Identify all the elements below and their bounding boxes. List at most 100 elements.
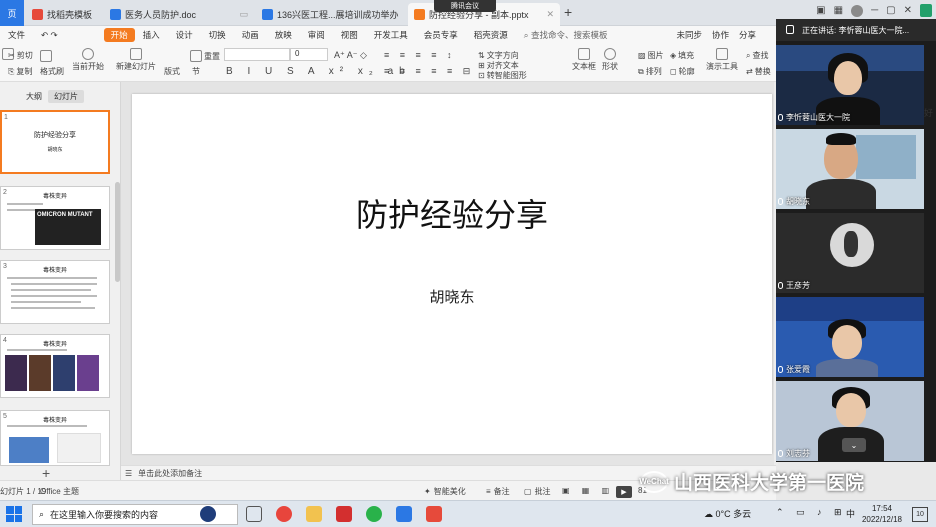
participant-name: 李忻蓉山医大一院 (778, 112, 850, 123)
tab-home[interactable]: 页 (0, 0, 24, 26)
taskbar-clock[interactable]: 17:54 2022/12/18 (862, 503, 902, 525)
tab-docer-templates[interactable]: 找稻壳模板 (26, 3, 102, 26)
paragraph-buttons[interactable]: ≡ ≡ ≡ ≡ ↕ (384, 50, 456, 60)
grid-icon[interactable]: ▦ (834, 5, 843, 16)
slide-canvas[interactable]: 防护经验分享 胡晓东 (132, 94, 772, 454)
textbox-button[interactable]: 文本框 (572, 48, 596, 72)
file-explorer-icon[interactable] (306, 506, 322, 522)
collab-button[interactable]: 协作 (712, 29, 729, 41)
font-style-buttons[interactable]: B I U S A x² x₂ ab (226, 66, 411, 77)
tab-doc-protection[interactable]: 医务人员防护.doc ▭ (104, 3, 254, 26)
notification-center-button[interactable]: 10 (912, 507, 928, 522)
background-window (856, 135, 916, 179)
menu-file[interactable]: 文件 (0, 29, 33, 41)
view-mode-buttons[interactable]: ▣ ▦ ▥ (562, 486, 614, 495)
font-grow-icon[interactable]: A⁺ A⁻ ◇ (334, 50, 367, 61)
participant-tile-4[interactable]: 张爱霞 (776, 297, 924, 377)
format-painter-icon[interactable] (40, 50, 52, 62)
slide-thumbnail-3[interactable]: 3 毒株变异 (0, 260, 110, 324)
menu-member[interactable]: 会员专享 (416, 29, 466, 41)
weather-widget[interactable]: ☁ 0°C 多云 (704, 507, 751, 520)
menu-review[interactable]: 审阅 (300, 29, 333, 41)
tencent-meeting-icon[interactable] (396, 506, 412, 522)
avatar[interactable] (851, 4, 864, 17)
smart-beautify-button[interactable]: ✦ 智能美化 (424, 486, 466, 497)
menu-design[interactable]: 设计 (168, 29, 201, 41)
find-button[interactable]: ⌕ 查找 (746, 50, 768, 61)
menu-transition[interactable]: 切换 (201, 29, 234, 41)
layout-icon[interactable]: ▣ (816, 5, 825, 16)
cut-button[interactable]: ✂ 剪切 (8, 50, 33, 61)
thumb-chart (9, 437, 49, 463)
windows-start-icon[interactable] (6, 506, 22, 522)
close-window-icon[interactable]: ✕ (904, 5, 912, 16)
notes-icon: ≡ (486, 487, 491, 496)
meeting-badge[interactable]: 腾讯会议 (434, 0, 496, 12)
reset-button[interactable]: 重置 (190, 50, 220, 62)
chrome-icon[interactable] (276, 506, 292, 522)
layout-button[interactable]: 版式 (164, 66, 180, 77)
sync-button[interactable]: 未同步 (676, 29, 702, 41)
tab-doc-training[interactable]: 136兴医工程...展培训成功举办 (256, 3, 406, 26)
tab-slides[interactable]: 幻灯片 (48, 90, 84, 103)
panel-scrollbar[interactable] (115, 182, 120, 282)
menu-insert[interactable]: 插入 (135, 29, 168, 41)
format-painter-button[interactable]: 格式刷 (40, 66, 64, 77)
section-button[interactable]: 节 (192, 66, 200, 77)
menu-developer[interactable]: 开发工具 (366, 29, 416, 41)
participant-tile-2[interactable]: 胡晓东 (776, 129, 924, 209)
menu-home[interactable]: 开始 (103, 28, 135, 42)
presentation-tool-button[interactable]: 演示工具 (706, 48, 738, 72)
shape-button[interactable]: 形状 (602, 48, 618, 72)
command-search[interactable]: ⌕ 查找命令、搜索模板 (524, 29, 608, 41)
wechat-icon[interactable] (366, 506, 382, 522)
copy-button[interactable]: ⎘ 复制 (8, 66, 32, 77)
system-tray-icons[interactable]: ⌃ ▭ ♪ ⊞ (776, 507, 847, 518)
slide-title[interactable]: 防护经验分享 (132, 190, 772, 236)
align-buttons[interactable]: ≡ ≡ ≡ ≡ ≡ ⊟ (384, 66, 474, 77)
close-icon[interactable]: ✕ (546, 9, 554, 20)
picture-button[interactable]: ▨ 图片 (638, 50, 664, 61)
participant-tile-1[interactable]: 李忻蓉山医大一院 (776, 45, 924, 125)
menu-docer[interactable]: 稻壳资源 (466, 29, 516, 41)
notes-toggle-button[interactable]: ≡ 备注 (486, 486, 510, 497)
outline-button[interactable]: ◻ 轮廓 (670, 66, 695, 77)
menu-slideshow[interactable]: 放映 (267, 29, 300, 41)
comments-button[interactable]: ▢ 批注 (524, 486, 551, 497)
slide-thumbnail-4[interactable]: 4 毒株变异 (0, 334, 110, 398)
menu-view[interactable]: 视图 (333, 29, 366, 41)
maximize-icon[interactable]: ▢ (886, 5, 895, 16)
new-slide-button[interactable]: 新建幻灯片 (116, 48, 156, 72)
slide-thumbnail-5[interactable]: 5 毒株变异 (0, 410, 110, 466)
play-from-current-button[interactable]: 当前开始 (72, 48, 104, 72)
font-size-input[interactable]: 0 (290, 48, 328, 61)
task-view-icon[interactable] (246, 506, 262, 522)
slide-subtitle[interactable]: 胡晓东 (132, 286, 772, 307)
fill-button[interactable]: ◈ 填充 (670, 50, 694, 61)
pdf-app-icon[interactable] (336, 506, 352, 522)
ime-indicator[interactable]: 中 (846, 507, 855, 520)
collapse-panel-button[interactable]: ⌄ (842, 438, 866, 452)
font-name-input[interactable] (224, 48, 290, 61)
tab-outline[interactable]: 大纲 (20, 90, 48, 103)
minimize-icon[interactable]: ─ (871, 5, 878, 16)
search-icon: ⌕ (523, 30, 529, 40)
cortana-icon[interactable] (200, 506, 216, 522)
slideshow-play-button[interactable]: ▶ (616, 486, 632, 498)
slide-thumbnail-2[interactable]: 2 毒株变异 OMICRON MUTANT (0, 186, 110, 250)
search-icon: ⌕ (39, 509, 45, 519)
undo-icon[interactable]: ↶ ↷ (33, 30, 66, 41)
app-green-icon[interactable] (920, 4, 932, 17)
share-button[interactable]: 分享 (739, 29, 756, 41)
add-slide-button[interactable]: + (42, 465, 50, 481)
new-tab-button[interactable]: + (564, 4, 572, 20)
arrange-button[interactable]: ⧉ 排列 (638, 66, 662, 77)
wps-icon[interactable] (426, 506, 442, 522)
meeting-video-panel: 正在讲话: 李忻蓉山医大一院... 李忻蓉山医大一院 胡晓东 王彦芳 张爱霞 刘… (776, 19, 936, 462)
word-doc-icon (262, 9, 273, 20)
menu-animation[interactable]: 动画 (234, 29, 267, 41)
participant-tile-3[interactable]: 王彦芳 (776, 213, 924, 293)
slide-thumbnail-1[interactable]: 1 防护经验分享 胡晓东 (0, 110, 110, 174)
smartart-button[interactable]: ⊡ 转智能图形 (478, 70, 527, 81)
replace-button[interactable]: ⇄ 替换 (746, 66, 771, 77)
